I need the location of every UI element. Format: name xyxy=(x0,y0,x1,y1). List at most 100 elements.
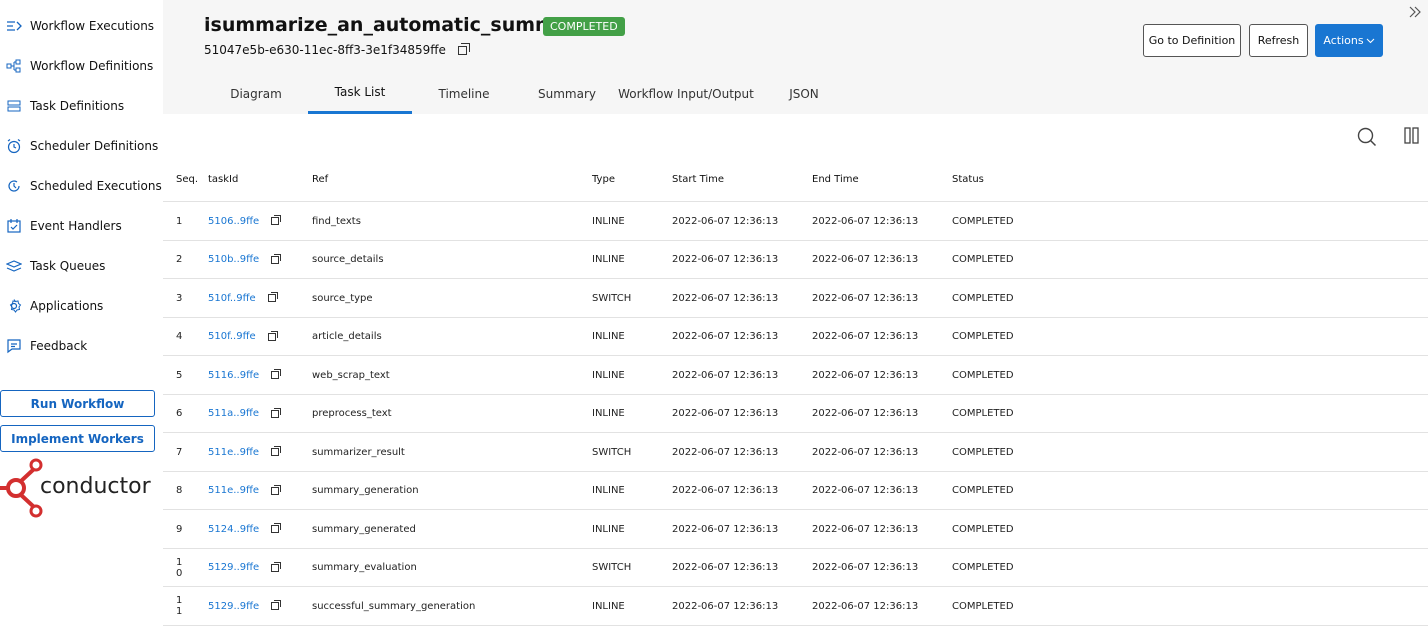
cell-start: 2022-06-07 12:36:13 xyxy=(672,202,778,240)
table-row[interactable]: 4 510f..9ffe article_details INLINE 2022-06-… xyxy=(163,318,1428,356)
cell-text[interactable]: 511e..9ffe xyxy=(208,447,259,458)
cell-taskid[interactable]: 511a..9ffe xyxy=(208,395,281,433)
app-root: Workflow Executions Workflow Definitions… xyxy=(0,0,1428,628)
cell-taskid[interactable]: 5129..9ffe xyxy=(208,587,282,625)
copy-icon[interactable] xyxy=(271,523,282,533)
tab-json[interactable]: JSON xyxy=(753,73,855,114)
cell-taskid[interactable]: 510f..9ffe xyxy=(208,318,278,356)
copy-icon[interactable] xyxy=(271,253,282,264)
cell-taskid[interactable]: 511e..9ffe xyxy=(208,472,282,510)
cell-text[interactable]: 510b..9ffe xyxy=(208,254,259,265)
columns-icon[interactable] xyxy=(1404,127,1420,149)
tab-task-list[interactable]: Task List xyxy=(308,73,412,114)
cell-text: 8 xyxy=(176,485,183,496)
column-header-status[interactable]: Status xyxy=(952,174,984,185)
column-header-seq[interactable]: Seq. xyxy=(176,174,198,185)
cell-seq: 4 xyxy=(176,318,182,356)
cell-text: summary_generated xyxy=(312,523,416,535)
copy-icon[interactable] xyxy=(271,484,282,495)
copy-icon[interactable] xyxy=(267,330,278,341)
go-to-definition-button[interactable]: Go to Definition xyxy=(1143,24,1241,57)
tab-diagram[interactable]: Diagram xyxy=(208,73,304,114)
cell-taskid[interactable]: 5129..9ffe xyxy=(208,549,282,587)
table-row[interactable]: 8 511e..9ffe summary_generation INLINE 2022-… xyxy=(163,472,1428,510)
cell-text[interactable]: 5116..9ffe xyxy=(208,370,259,381)
column-header-ref[interactable]: Ref xyxy=(312,174,328,185)
cell-end: 2022-06-07 12:36:13 xyxy=(812,549,918,587)
copy-icon[interactable] xyxy=(271,369,282,379)
cell-type: INLINE xyxy=(592,241,625,279)
table-row[interactable]: 9 5124..9ffe summary_generated INLINE 2022-0… xyxy=(163,510,1428,549)
table-row[interactable]: 1 5106..9ffe find_texts INLINE 2022-06-07 12… xyxy=(163,202,1428,241)
cell-text[interactable]: 511e..9ffe xyxy=(208,485,259,496)
actions-button[interactable]: Actions xyxy=(1315,24,1383,57)
implement-workers-button[interactable]: Implement Workers xyxy=(0,425,155,452)
copy-icon[interactable] xyxy=(271,215,282,225)
sidebar-item-scheduler-definitions[interactable]: Scheduler Definitions xyxy=(0,126,163,166)
cell-ref: find_texts xyxy=(312,202,361,240)
column-header-start-time[interactable]: Start Time xyxy=(672,174,724,185)
copy-icon[interactable] xyxy=(271,600,282,610)
table-row[interactable]: 5 5116..9ffe web_scrap_text INLINE 2022-06-0… xyxy=(163,356,1428,395)
cell-text: find_texts xyxy=(312,215,361,227)
cell-text: 7 xyxy=(176,446,183,458)
sidebar-item-task-queues[interactable]: Task Queues xyxy=(0,246,163,286)
cell-text: 2022-06-07 12:36:13 xyxy=(812,292,919,304)
cell-text[interactable]: 5124..9ffe xyxy=(208,524,259,535)
cell-taskid[interactable]: 510f..9ffe xyxy=(208,279,278,317)
cell-text[interactable]: 5106..9ffe xyxy=(208,216,259,227)
copy-icon[interactable] xyxy=(267,292,278,302)
cell-taskid[interactable]: 510b..9ffe xyxy=(208,241,282,279)
cell-text[interactable]: 511a..9ffe xyxy=(208,408,259,419)
cell-ref: preprocess_text xyxy=(312,395,392,433)
sidebar-item-workflow-definitions[interactable]: Workflow Definitions xyxy=(0,46,163,86)
sidebar-item-task-definitions[interactable]: Task Definitions xyxy=(0,86,163,126)
cell-text[interactable]: 5129..9ffe xyxy=(208,601,259,612)
copy-icon[interactable] xyxy=(271,561,282,572)
column-header-type[interactable]: Type xyxy=(592,174,615,185)
sidebar-item-feedback[interactable]: Feedback xyxy=(0,326,163,366)
cell-text: preprocess_text xyxy=(312,408,392,419)
cell-text[interactable]: 510f..9ffe xyxy=(208,331,256,342)
cell-text: 6 xyxy=(176,408,183,419)
cell-taskid[interactable]: 5106..9ffe xyxy=(208,202,282,240)
cell-text[interactable]: 5129..9ffe xyxy=(208,562,259,573)
cell-text: COMPLETED xyxy=(952,292,1014,304)
table-row[interactable]: 1 1 5129..9ffe successful_summary_generati… xyxy=(163,587,1428,626)
copy-icon[interactable] xyxy=(271,446,282,456)
cell-text: 2022-06-07 12:36:13 xyxy=(672,562,779,573)
column-header-end-time[interactable]: End Time xyxy=(812,174,859,185)
collapse-panel-icon[interactable] xyxy=(1408,4,1422,23)
table-row[interactable]: 2 510b..9ffe source_details INLINE 2022-06-0… xyxy=(163,241,1428,279)
tab-timeline[interactable]: Timeline xyxy=(413,73,515,114)
cell-taskid[interactable]: 511e..9ffe xyxy=(208,433,282,471)
table-row[interactable]: 3 510f..9ffe source_type SWITCH 2022-06-07 1… xyxy=(163,279,1428,318)
copy-icon[interactable] xyxy=(270,407,281,418)
cell-taskid[interactable]: 5124..9ffe xyxy=(208,510,282,548)
table-row[interactable]: 1 0 5129..9ffe summary_evaluation SWITCH 202… xyxy=(163,549,1428,587)
refresh-button[interactable]: Refresh xyxy=(1249,24,1308,57)
copy-icon[interactable] xyxy=(457,43,470,55)
status-badge: COMPLETED xyxy=(543,17,625,36)
column-header-taskid[interactable]: taskId xyxy=(208,174,238,185)
workflow-header: isummarize_an_automatic_summarizer COMPL… xyxy=(163,0,1428,114)
sidebar-item-event-handlers[interactable]: Event Handlers xyxy=(0,206,163,246)
cell-type: INLINE xyxy=(592,510,625,548)
cell-taskid[interactable]: 5116..9ffe xyxy=(208,356,282,394)
cell-text: 1 xyxy=(176,215,183,227)
cell-text: INLINE xyxy=(592,408,625,419)
cell-status: COMPLETED xyxy=(952,241,1014,279)
run-workflow-button[interactable]: Run Workflow xyxy=(0,390,155,417)
cell-text: 2022-06-07 12:36:13 xyxy=(672,292,779,304)
cell-text: 2022-06-07 12:36:13 xyxy=(672,446,779,458)
cell-text[interactable]: 510f..9ffe xyxy=(208,293,256,304)
sidebar-item-scheduled-executions[interactable]: Scheduled Executions xyxy=(0,166,163,206)
sidebar-item-workflow-executions[interactable]: Workflow Executions xyxy=(0,6,163,46)
cell-text: 2022-06-07 12:36:13 xyxy=(812,215,919,227)
search-icon[interactable] xyxy=(1357,127,1377,151)
sidebar-item-applications[interactable]: Applications xyxy=(0,286,163,326)
tab-workflow-input-output[interactable]: Workflow Input/Output xyxy=(618,73,754,114)
table-row[interactable]: 7 511e..9ffe summarizer_result SWITCH 2022-0… xyxy=(163,433,1428,472)
tab-summary[interactable]: Summary xyxy=(516,73,618,114)
table-row[interactable]: 6 511a..9ffe preprocess_text INLINE 2022-06-… xyxy=(163,395,1428,433)
